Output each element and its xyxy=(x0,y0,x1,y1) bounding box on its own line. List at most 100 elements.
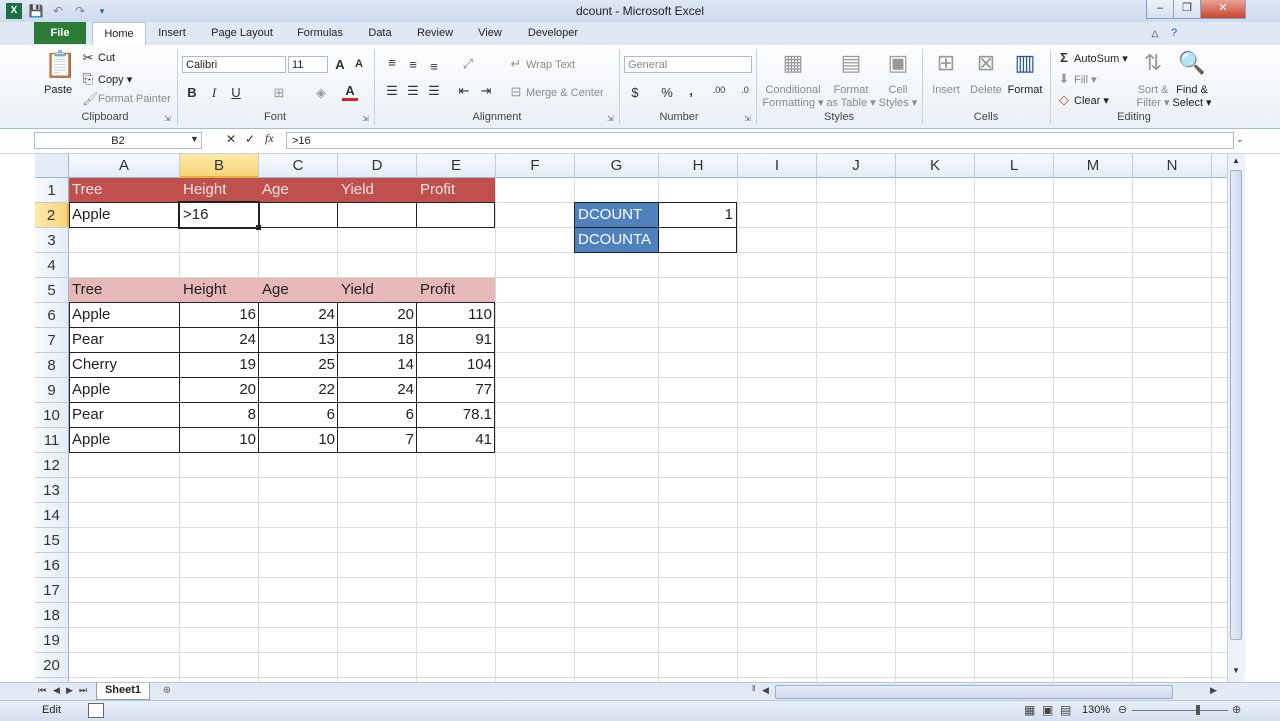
dcount-value[interactable]: 1 xyxy=(659,203,736,227)
zoom-in-icon[interactable]: ⊕ xyxy=(1232,703,1241,716)
scroll-down-icon[interactable]: ▼ xyxy=(1230,666,1242,678)
page-break-view-icon[interactable]: ▤ xyxy=(1060,703,1071,717)
enter-entry-button[interactable]: ✓ xyxy=(245,132,255,146)
row-header-1[interactable]: 1 xyxy=(35,178,69,203)
row-header-18[interactable]: 18 xyxy=(35,603,69,628)
table-cell[interactable]: Apple xyxy=(69,303,180,328)
cancel-entry-button[interactable]: ✕ xyxy=(226,132,236,146)
criteria-header-yield[interactable]: Yield xyxy=(338,178,417,203)
table-cell[interactable]: 20 xyxy=(338,303,417,328)
select-all-button[interactable] xyxy=(35,154,69,178)
minimize-ribbon-icon[interactable]: △ xyxy=(1148,22,1162,44)
row-header-8[interactable]: 8 xyxy=(35,353,69,378)
column-header-e[interactable]: E xyxy=(417,154,496,178)
font-name-select[interactable]: Calibri xyxy=(182,56,286,73)
column-header-m[interactable]: M xyxy=(1054,154,1133,178)
row-header-10[interactable]: 10 xyxy=(35,403,69,428)
criteria-header-age[interactable]: Age xyxy=(259,178,338,203)
column-header-d[interactable]: D xyxy=(338,154,417,178)
formula-input[interactable]: >16 xyxy=(286,132,1234,149)
table-cell[interactable]: 7 xyxy=(338,428,417,453)
tab-data[interactable]: Data xyxy=(360,22,400,44)
table-cell[interactable]: 24 xyxy=(259,303,338,328)
cut-button[interactable]: Cut xyxy=(98,52,115,64)
insert-sheet-icon[interactable]: ⊕ xyxy=(156,683,178,699)
tab-split-handle[interactable]: ‖ xyxy=(752,684,760,698)
table-cell[interactable]: 25 xyxy=(259,353,338,378)
last-sheet-icon[interactable]: ⏭ xyxy=(79,685,87,696)
prev-sheet-icon[interactable]: ◀ xyxy=(53,685,60,696)
table-cell[interactable]: 77 xyxy=(417,378,495,403)
currency-button[interactable]: $ xyxy=(628,85,642,100)
table-cell[interactable]: 10 xyxy=(180,428,259,453)
dcounta-value[interactable] xyxy=(659,228,736,252)
format-as-table-line1[interactable]: Format xyxy=(826,84,876,96)
row-header-20[interactable]: 20 xyxy=(35,653,69,678)
scroll-right-icon[interactable]: ▶ xyxy=(1210,685,1217,696)
column-header-g[interactable]: G xyxy=(575,154,659,178)
number-launcher-icon[interactable]: ⇲ xyxy=(744,114,751,123)
table-cell[interactable]: 8 xyxy=(180,403,259,428)
table-cell[interactable]: Pear xyxy=(69,328,180,353)
number-format-select[interactable]: General xyxy=(624,56,752,73)
font-size-select[interactable]: 11 xyxy=(288,56,328,73)
name-box-dropdown-icon[interactable]: ▼ xyxy=(190,134,199,144)
conditional-formatting-line2[interactable]: Formatting ▾ xyxy=(762,96,824,109)
paste-icon[interactable]: 📋 xyxy=(44,49,76,83)
find-select-line1[interactable]: Find & xyxy=(1172,84,1212,96)
tab-view[interactable]: View xyxy=(470,22,510,44)
table-cell[interactable]: 6 xyxy=(259,403,338,428)
wrap-text-button[interactable]: Wrap Text xyxy=(526,59,575,71)
scroll-up-icon[interactable]: ▲ xyxy=(1230,156,1242,168)
autosum-button[interactable]: AutoSum ▾ xyxy=(1074,52,1128,65)
row-header-3[interactable]: 3 xyxy=(35,228,69,253)
orientation-icon[interactable]: ⤢ xyxy=(458,56,478,72)
format-cells-button[interactable]: Format xyxy=(1004,84,1046,96)
row-header-17[interactable]: 17 xyxy=(35,578,69,603)
column-header-b[interactable]: B xyxy=(180,154,259,178)
tab-insert[interactable]: Insert xyxy=(150,22,194,44)
table-cell[interactable]: Apple xyxy=(69,428,180,453)
table-cell[interactable]: 24 xyxy=(180,328,259,353)
table-cell[interactable]: 20 xyxy=(180,378,259,403)
clipboard-launcher-icon[interactable]: ⇲ xyxy=(164,114,171,123)
table-cell[interactable]: 41 xyxy=(417,428,495,453)
row-header-14[interactable]: 14 xyxy=(35,503,69,528)
criteria-value-profit[interactable] xyxy=(417,203,495,228)
table-cell[interactable]: 16 xyxy=(180,303,259,328)
row-header-4[interactable]: 4 xyxy=(35,253,69,278)
minimize-button[interactable]: – xyxy=(1146,0,1174,19)
merge-center-button[interactable]: Merge & Center xyxy=(526,87,604,99)
table-cell[interactable]: 78.1 xyxy=(417,403,495,428)
column-header-j[interactable]: J xyxy=(817,154,896,178)
table-cell[interactable]: 18 xyxy=(338,328,417,353)
column-header-l[interactable]: L xyxy=(975,154,1054,178)
increase-decimal-icon[interactable]: .00 xyxy=(708,85,730,95)
row-header-6[interactable]: 6 xyxy=(35,303,69,328)
dcounta-label[interactable]: DCOUNTA xyxy=(575,228,658,252)
alignment-launcher-icon[interactable]: ⇲ xyxy=(607,114,614,123)
align-bottom-icon[interactable]: ≡ xyxy=(426,59,442,74)
column-header-i[interactable]: I xyxy=(738,154,817,178)
table-header-age[interactable]: Age xyxy=(259,278,338,303)
fill-handle[interactable] xyxy=(256,225,261,230)
criteria-value-tree[interactable]: Apple xyxy=(69,203,180,228)
table-cell[interactable]: 6 xyxy=(338,403,417,428)
row-header-11[interactable]: 11 xyxy=(35,428,69,453)
sheet-tab-sheet1[interactable]: Sheet1 xyxy=(96,683,150,700)
tab-file[interactable]: File xyxy=(34,22,86,44)
table-cell[interactable]: 104 xyxy=(417,353,495,378)
column-header-c[interactable]: C xyxy=(259,154,338,178)
row-header-7[interactable]: 7 xyxy=(35,328,69,353)
shrink-font-icon[interactable]: A xyxy=(352,58,366,70)
table-cell[interactable]: 14 xyxy=(338,353,417,378)
format-painter-button[interactable]: Format Painter xyxy=(98,93,171,105)
insert-function-button[interactable]: fx xyxy=(265,131,274,146)
zoom-out-icon[interactable]: ⊖ xyxy=(1118,703,1127,716)
table-header-tree[interactable]: Tree xyxy=(69,278,180,303)
underline-button[interactable]: U xyxy=(228,85,244,100)
zoom-level[interactable]: 130% xyxy=(1082,704,1110,716)
column-header-f[interactable]: F xyxy=(496,154,575,178)
next-sheet-icon[interactable]: ▶ xyxy=(66,685,73,696)
table-header-yield[interactable]: Yield xyxy=(338,278,417,303)
